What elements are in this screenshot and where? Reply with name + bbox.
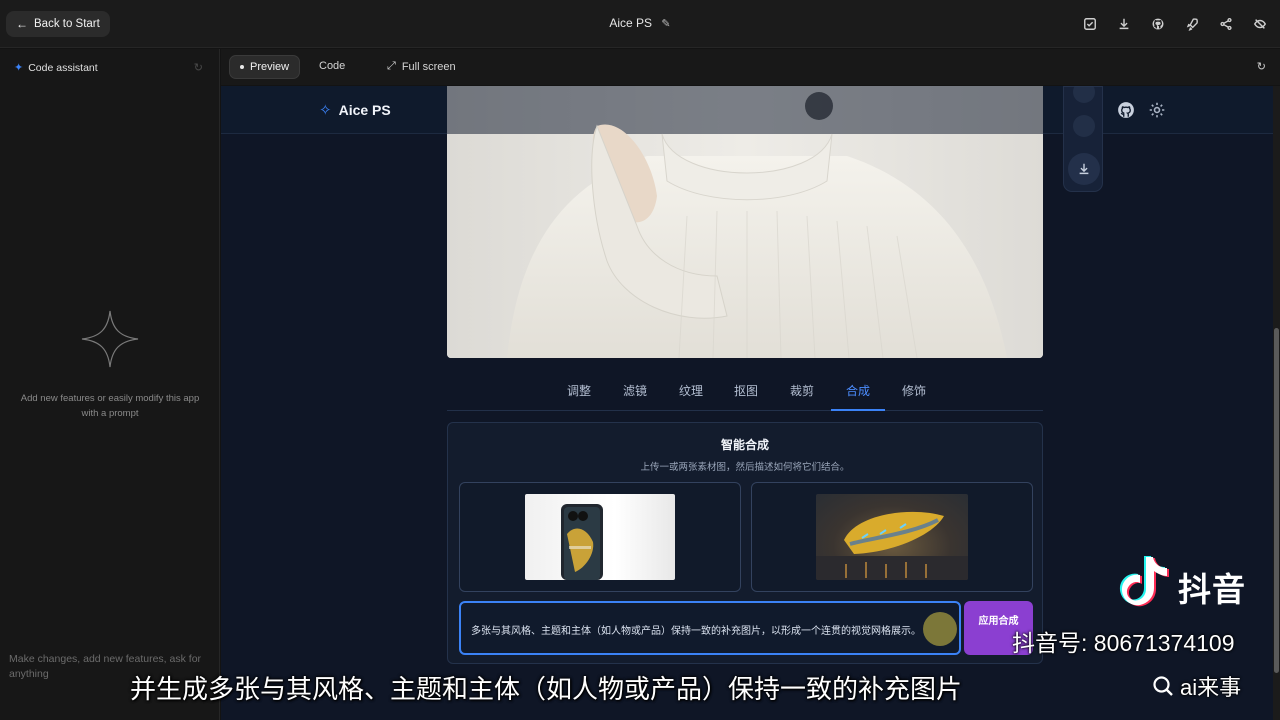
code-assistant-header: ✦ Code assistant [14,61,98,75]
search-icon [1153,676,1173,696]
douyin-account-id: 抖音号: 80671374109 [1012,630,1235,656]
share-icon[interactable] [1216,14,1236,34]
tab-cutout[interactable]: 抠图 [726,382,766,399]
tab-filter[interactable]: 滤镜 [615,382,655,399]
github-icon[interactable] [1117,101,1135,119]
code-assistant-panel: ✦ Code assistant ↻ Add new features or e… [0,49,220,720]
app-logo: ✧ Aice PS [319,101,391,119]
top-bar: ← Back to Start Aice PS ✎ [0,0,1280,48]
compose-title: 智能合成 [720,438,769,452]
douyin-logo-icon [1119,556,1169,607]
download-button[interactable] [1068,153,1100,185]
code-assistant-title: Code assistant [28,61,98,74]
tab-preview[interactable]: Preview [229,55,301,79]
refresh-icon[interactable]: ↻ [194,61,203,74]
download-icon[interactable] [1114,14,1134,34]
tab-crop[interactable]: 裁剪 [782,382,822,399]
video-subtitle: 并生成多张与其风格、主题和主体（如人物或产品）保持一致的补充图片 [130,674,963,704]
tab-adjust[interactable]: 调整 [559,382,599,399]
banana-image [816,494,968,580]
compose-prompt-input[interactable]: 多张与其风格、主题和主体（如人物或产品）保持一致的补充图片，以形成一个连贯的视觉… [459,601,961,655]
fullscreen-label: Full screen [401,60,456,73]
pencil-icon[interactable]: ✎ [661,17,670,30]
fullscreen-button[interactable]: ⤢ Full screen [387,60,456,73]
tool-tabs: 调整 滤镜 纹理 抠图 裁剪 合成 修饰 [447,382,1043,411]
sparkle-outline-icon [81,310,139,368]
search-tag-text: ai来事 [1180,675,1242,700]
scrollbar-thumb[interactable] [1274,328,1279,673]
tab-code[interactable]: Code [319,60,345,72]
app-logo-text: Aice PS [338,102,391,118]
sparkles-icon: ✧ [319,102,332,119]
floating-toolbar [1063,86,1103,192]
undo-icon[interactable] [1073,86,1095,103]
preview-scrollbar[interactable] [1273,86,1280,720]
sweater-photo-image [447,86,1043,358]
tab-texture[interactable]: 纹理 [671,382,711,399]
sparkle-icon: ✦ [14,62,24,74]
redo-icon[interactable] [1073,115,1095,137]
save-icon[interactable] [1080,14,1100,34]
compose-prompt-text: 多张与其风格、主题和主体（如人物或产品）保持一致的补充图片，以形成一个连贯的视觉… [471,626,921,637]
gear-icon[interactable] [1148,101,1166,119]
tab-retouch[interactable]: 修饰 [894,382,934,399]
compose-subtitle: 上传一或两张素材图，然后描述如何将它们结合。 [640,462,850,473]
tab-compose[interactable]: 合成 [831,382,885,411]
douyin-brand-text: 抖音 [1178,571,1246,608]
phone-case-image [525,494,675,580]
search-tag: ai来事 [1152,670,1241,702]
expand-icon: ⤢ [387,60,396,72]
image-slot-2[interactable] [751,482,1033,592]
project-title-text: Aice PS [609,16,653,30]
preview-toolbar: Preview Code ⤢ Full screen ↻ [221,49,1280,85]
edited-photo [447,86,1043,358]
mouse-cursor-highlight [923,612,957,646]
top-actions [1080,14,1270,34]
download-icon [1079,163,1089,175]
compose-panel: 智能合成 上传一或两张素材图，然后描述如何将它们结合。 多张与其风格、主题和主体… [447,422,1043,664]
github-icon[interactable] [1148,14,1168,34]
assistant-hint: Add new features or easily modify this a… [20,393,200,419]
douyin-watermark: 抖音 [1118,553,1278,609]
active-dot-icon [240,65,244,69]
reload-preview-icon[interactable]: ↻ [1257,60,1266,73]
image-slot-1[interactable] [459,482,741,592]
tab-preview-label: Preview [250,61,290,73]
rocket-icon[interactable] [1182,14,1202,34]
hide-icon[interactable] [1250,14,1270,34]
